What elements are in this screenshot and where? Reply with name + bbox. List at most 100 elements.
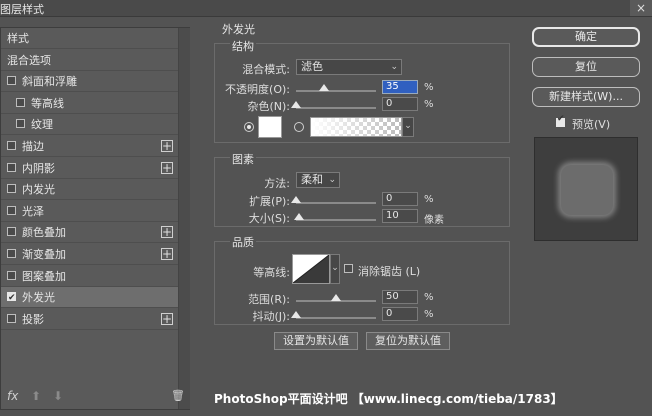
style-checkbox[interactable] [7,270,16,280]
trash-icon[interactable]: 🗑 [171,389,185,402]
glow-gradient-swatch[interactable] [310,117,402,137]
style-list-scrollbar[interactable] [178,28,190,409]
style-list-item[interactable]: 混合选项 [1,50,178,71]
noise-slider-track[interactable] [296,107,376,109]
style-list-item-label: 内发光 [22,183,55,197]
style-list-item[interactable]: 斜面和浮雕 [1,71,178,93]
add-effect-icon[interactable]: + [161,312,173,325]
style-checkbox[interactable] [7,76,16,86]
solid-color-radio[interactable] [244,122,254,132]
add-effect-icon[interactable]: + [161,226,173,239]
style-list-item[interactable]: 渐变叠加 + [1,244,178,265]
add-effect-icon[interactable]: + [161,248,173,260]
gradient-radio[interactable] [294,122,304,132]
spread-slider-track[interactable] [296,202,376,204]
window-title: 图层样式 [0,3,44,16]
opacity-slider-thumb[interactable] [319,84,329,91]
style-list-item-label: 图案叠加 [22,269,66,283]
noise-slider-thumb[interactable] [291,101,301,108]
move-down-icon[interactable]: ⬇ [53,389,63,403]
opacity-slider-track[interactable] [296,90,376,92]
style-list-item[interactable]: 光泽 [1,201,178,222]
opacity-label: 不透明度(O): [225,83,290,96]
jitter-label: 抖动(J): [252,310,290,323]
style-list-item-label: 光泽 [22,204,44,218]
blend-mode-value: 滤色 [301,60,323,73]
glow-color-swatch[interactable] [258,116,282,138]
style-list-item-label: 纹理 [31,118,53,132]
spread-label: 扩展(P): [249,195,290,208]
outer-glow-title: 外发光 [222,23,255,36]
style-list-item[interactable]: 颜色叠加 + [1,222,178,244]
jitter-input[interactable]: 0 [382,307,418,321]
style-list-item-label: 内阴影 [22,161,55,175]
technique-dropdown[interactable]: 柔和 ⌄ [296,172,340,188]
style-checkbox[interactable] [7,141,16,150]
style-checkbox[interactable] [16,97,25,107]
set-default-button[interactable]: 设置为默认值 [274,332,358,350]
fx-icon[interactable]: fx [7,389,18,403]
contour-label: 等高线: [253,266,290,279]
style-list-item-label: 斜面和浮雕 [22,75,77,89]
style-checkbox[interactable] [7,288,16,309]
style-list-item[interactable]: 图案叠加 [1,266,178,287]
style-list-item[interactable]: 等高线 [1,93,178,114]
preview-thumbnail [534,137,638,241]
style-list-item[interactable]: 内阴影 + [1,158,178,179]
linear-contour-icon [293,255,329,283]
noise-unit: % [424,99,434,110]
chevron-down-icon[interactable]: ⌄ [402,117,414,137]
watermark-text: PhotoShop平面设计吧 【www.linecg.com/tieba/178… [214,392,563,406]
size-slider-thumb[interactable] [294,213,305,220]
ok-button[interactable]: 确定 [532,27,640,47]
style-list-item[interactable]: 纹理 [1,114,178,136]
style-checkbox[interactable] [7,227,16,237]
close-icon[interactable]: × [630,0,652,16]
style-list-item[interactable]: 内发光 [1,179,178,201]
spread-input[interactable]: 0 [382,192,418,206]
title-bar: 图层样式 × [0,0,652,17]
size-input[interactable]: 10 [382,209,418,223]
style-list-item[interactable]: 投影 + [1,309,178,330]
style-checkbox[interactable] [7,249,16,258]
new-style-button[interactable]: 新建样式(W)... [532,87,640,107]
range-label: 范围(R): [248,293,290,306]
jitter-unit: % [424,309,434,320]
reset-default-button[interactable]: 复位为默认值 [366,332,450,350]
contour-preview[interactable] [292,254,330,284]
range-input[interactable]: 50 [382,290,418,304]
move-up-icon[interactable]: ⬆ [31,389,41,403]
style-list-footer: fx ⬆ ⬇ 🗑 [1,383,189,409]
jitter-slider-track[interactable] [296,317,376,319]
range-slider-thumb[interactable] [331,294,341,301]
size-slider-track[interactable] [296,219,376,221]
blend-mode-dropdown[interactable]: 滤色 ⌄ [296,59,402,75]
style-list-panel: fx ⬆ ⬇ 🗑 样式 混合选项斜面和浮雕等高线纹理描边 + 内阴影 + 内发光光泽颜色叠… [0,27,190,410]
style-checkbox[interactable] [7,205,16,215]
chevron-down-icon: ⌄ [390,62,398,72]
anti-alias-label: 消除锯齿 (L) [358,265,421,278]
add-effect-icon[interactable]: + [161,161,173,174]
noise-input[interactable]: 0 [382,97,418,111]
opacity-input[interactable]: 35 [382,80,418,94]
preview-checkbox[interactable] [556,114,565,127]
style-checkbox[interactable] [7,184,16,194]
style-checkbox[interactable] [7,162,16,172]
style-list-item[interactable]: 样式 [1,28,178,49]
jitter-slider-thumb[interactable] [291,311,301,318]
style-list-item-label: 渐变叠加 [22,248,66,261]
spread-slider-thumb[interactable] [291,196,301,203]
style-checkbox[interactable] [16,119,25,129]
chevron-down-icon[interactable]: ⌄ [330,254,340,284]
opacity-unit: % [424,82,434,93]
style-checkbox[interactable] [7,313,16,323]
anti-alias-checkbox[interactable] [344,264,353,273]
style-list-item-label: 外发光 [22,291,55,305]
spread-unit: % [424,194,434,205]
style-list-item[interactable]: 描边 + [1,136,178,157]
style-list-item[interactable]: 外发光 [1,287,178,309]
reset-button[interactable]: 复位 [532,57,640,77]
style-list-item-label: 投影 [22,312,44,326]
structure-title: 结构 [230,38,256,54]
add-effect-icon[interactable]: + [161,140,173,152]
